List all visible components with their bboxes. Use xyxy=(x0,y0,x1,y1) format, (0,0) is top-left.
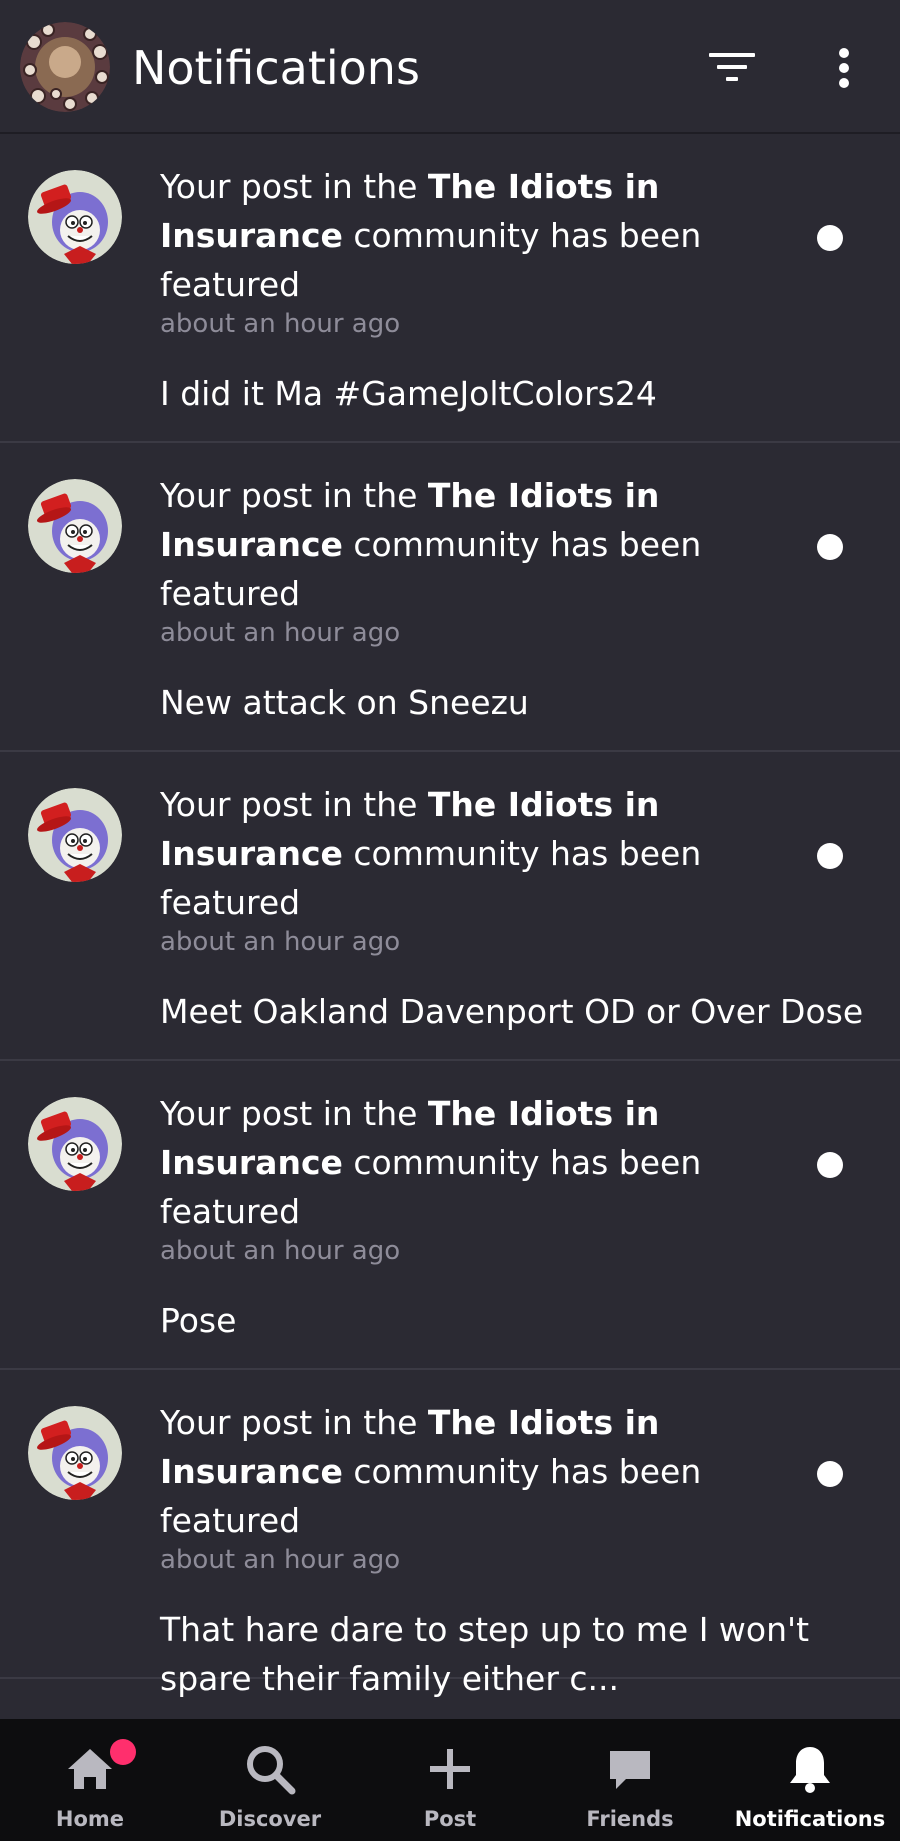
app-header: Notifications xyxy=(0,0,900,134)
filter-button[interactable] xyxy=(702,38,762,98)
unread-dot[interactable] xyxy=(817,843,843,869)
nav-label: Notifications xyxy=(734,1807,886,1831)
notification-body: Your post in the The Idiots in Insurance… xyxy=(160,162,800,418)
community-avatar[interactable] xyxy=(28,1406,122,1500)
nav-label: Home xyxy=(55,1807,125,1831)
nav-notifications[interactable]: Notifications xyxy=(720,1719,900,1841)
notification-item[interactable]: Your post in the The Idiots in Insurance… xyxy=(0,1370,900,1698)
notification-message: Your post in the The Idiots in Insurance… xyxy=(160,780,800,927)
message-prefix: Your post in the xyxy=(160,785,428,824)
unread-dot[interactable] xyxy=(817,1152,843,1178)
notification-message: Your post in the The Idiots in Insurance… xyxy=(160,471,800,618)
notification-body: Your post in the The Idiots in Insurance… xyxy=(160,471,800,727)
more-options-button[interactable] xyxy=(814,38,874,98)
nav-friends[interactable]: Friends xyxy=(540,1719,720,1841)
chat-icon xyxy=(610,1751,650,1789)
notification-item[interactable]: Your post in the The Idiots in Insurance… xyxy=(0,443,900,752)
post-snippet[interactable]: Meet Oakland Davenport OD or Over Dose xyxy=(160,987,880,1036)
clown-avatar-icon xyxy=(28,1406,122,1500)
message-prefix: Your post in the xyxy=(160,476,428,515)
unread-dot[interactable] xyxy=(817,534,843,560)
notification-list: Your post in the The Idiots in Insurance… xyxy=(0,134,900,1698)
unread-dot[interactable] xyxy=(817,225,843,251)
user-avatar[interactable] xyxy=(20,22,110,112)
nav-home[interactable]: Home xyxy=(0,1719,180,1841)
post-snippet[interactable]: I did it Ma #GameJoltColors24 xyxy=(160,369,880,418)
clown-avatar-icon xyxy=(28,170,122,264)
home-notification-badge xyxy=(110,1739,136,1765)
notification-item[interactable]: Your post in the The Idiots in Insurance… xyxy=(0,752,900,1061)
message-prefix: Your post in the xyxy=(160,1094,428,1133)
nav-label: Post xyxy=(423,1807,477,1831)
notification-item[interactable]: Your post in the The Idiots in Insurance… xyxy=(0,1061,900,1370)
nav-label: Discover xyxy=(218,1807,322,1831)
bottom-navigation: Home Discover Post Friends Notifications xyxy=(0,1719,900,1841)
notification-time: about an hour ago xyxy=(160,618,401,648)
message-prefix: Your post in the xyxy=(160,1403,428,1442)
nav-post[interactable]: Post xyxy=(360,1719,540,1841)
nav-label: Friends xyxy=(586,1807,674,1831)
notification-body: Your post in the The Idiots in Insurance… xyxy=(160,1398,809,1703)
community-avatar[interactable] xyxy=(28,170,122,264)
notification-time: about an hour ago xyxy=(160,1236,401,1266)
more-vertical-icon xyxy=(839,48,849,88)
notification-time: about an hour ago xyxy=(160,1545,401,1575)
notification-time: about an hour ago xyxy=(160,309,401,339)
filter-icon xyxy=(709,53,755,81)
community-avatar[interactable] xyxy=(28,479,122,573)
notification-message: Your post in the The Idiots in Insurance… xyxy=(160,1089,800,1236)
community-avatar[interactable] xyxy=(28,1097,122,1191)
notification-item[interactable]: Your post in the The Idiots in Insurance… xyxy=(0,134,900,443)
post-snippet[interactable]: New attack on Sneezu xyxy=(160,678,880,727)
notification-time: about an hour ago xyxy=(160,927,401,957)
plus-icon xyxy=(430,1749,470,1789)
notification-message: Your post in the The Idiots in Insurance… xyxy=(160,162,800,309)
nav-discover[interactable]: Discover xyxy=(180,1719,360,1841)
bell-icon xyxy=(790,1747,830,1793)
message-prefix: Your post in the xyxy=(160,167,428,206)
clown-avatar-icon xyxy=(28,479,122,573)
notification-body: Your post in the The Idiots in Insurance… xyxy=(160,1089,800,1345)
post-snippet[interactable]: Pose xyxy=(160,1296,880,1345)
unread-dot[interactable] xyxy=(817,1461,843,1487)
community-avatar[interactable] xyxy=(28,788,122,882)
post-snippet[interactable]: That hare dare to step up to me I won't … xyxy=(160,1605,850,1703)
notification-body: Your post in the The Idiots in Insurance… xyxy=(160,780,863,1036)
notification-message: Your post in the The Idiots in Insurance… xyxy=(160,1398,800,1545)
clown-avatar-icon xyxy=(28,1097,122,1191)
search-icon xyxy=(247,1746,296,1795)
page-title: Notifications xyxy=(132,41,420,95)
clown-avatar-icon xyxy=(28,788,122,882)
